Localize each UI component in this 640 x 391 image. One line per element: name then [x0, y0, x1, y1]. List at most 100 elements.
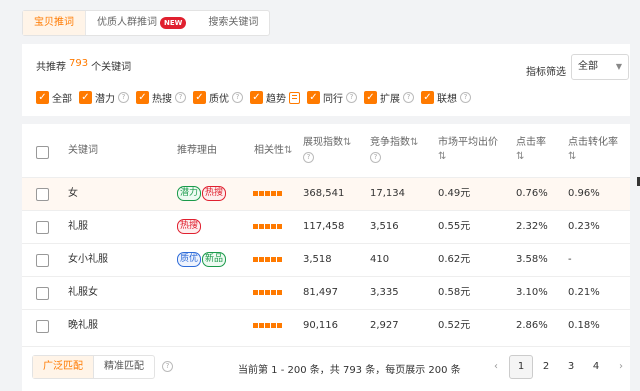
sort-icon[interactable]: ⇅ [410, 137, 418, 148]
match-broad-button[interactable]: 广泛匹配 [33, 356, 94, 378]
tag-hot-search: 热搜 [202, 185, 227, 201]
note-icon[interactable] [289, 91, 300, 104]
col-avg-bid[interactable]: 市场平均出价 ⇅ [438, 136, 498, 164]
competition-cell: 3,335 [370, 287, 399, 298]
cvr-cell: 0.21% [568, 287, 600, 298]
tab-item-keywords[interactable]: 宝贝推词 [23, 11, 86, 35]
checkbox-label: 同行 [323, 94, 343, 105]
tag-potential: 潜力 [177, 185, 202, 201]
competition-cell: 3,516 [370, 221, 399, 232]
col-competition[interactable]: 竞争指数⇅? [370, 136, 418, 164]
check-icon: ✓ [307, 91, 320, 104]
next-page-icon[interactable]: › [609, 355, 633, 379]
row-checkbox[interactable] [36, 320, 49, 333]
help-icon[interactable]: ? [403, 92, 414, 103]
ctr-cell: 3.10% [516, 287, 548, 298]
page-4[interactable]: 4 [584, 355, 608, 379]
sort-icon[interactable]: ⇅ [516, 151, 524, 162]
col-cvr[interactable]: 点击转化率 ⇅ [568, 136, 618, 164]
cvr-cell: - [568, 254, 572, 265]
col-reason: 推荐理由 [177, 145, 217, 156]
ctr-cell: 2.86% [516, 320, 548, 331]
sort-icon[interactable]: ⇅ [568, 151, 576, 162]
check-icon: ✓ [364, 91, 377, 104]
row-checkbox[interactable] [36, 287, 49, 300]
help-icon[interactable]: ? [303, 152, 314, 163]
col-ctr[interactable]: 点击率 ⇅ [516, 136, 546, 164]
checkbox-trend[interactable]: ✓ 趋势 [250, 90, 300, 105]
sort-icon[interactable]: ⇅ [343, 137, 351, 148]
checkbox-associate[interactable]: ✓ 联想? [421, 90, 471, 105]
row-checkbox[interactable] [36, 254, 49, 267]
checkbox-all[interactable]: ✓ 全部 [36, 90, 72, 105]
ctr-cell: 0.76% [516, 188, 548, 199]
keyword-cell: 礼服 [68, 221, 88, 232]
checkbox-label: 联想 [437, 94, 457, 105]
page-3[interactable]: 3 [559, 355, 583, 379]
match-exact-button[interactable]: 精准匹配 [94, 356, 154, 378]
checkbox-potential[interactable]: ✓ 潜力? [79, 90, 129, 105]
metric-filter-select[interactable]: 全部 ▼ [571, 54, 629, 80]
tag-quality: 质优 [177, 251, 202, 267]
col-label: 市场平均出价 [438, 137, 498, 148]
table-row[interactable]: 礼服 热搜 117,458 3,516 0.55元 2.32% 0.23% [22, 210, 630, 243]
select-all-checkbox[interactable] [36, 146, 49, 159]
check-icon: ✓ [421, 91, 434, 104]
help-icon[interactable]: ? [232, 92, 243, 103]
impressions-cell: 117,458 [303, 221, 345, 232]
col-impressions[interactable]: 展现指数⇅? [303, 136, 351, 164]
prev-page-icon[interactable]: ‹ [484, 355, 508, 379]
match-type-toggle: 广泛匹配 精准匹配 [32, 355, 155, 379]
page-2[interactable]: 2 [534, 355, 558, 379]
help-icon[interactable]: ? [175, 92, 186, 103]
metric-filter-label: 指标筛选 [526, 67, 566, 78]
competition-cell: 17,134 [370, 188, 405, 199]
col-keyword: 关键词 [68, 145, 98, 156]
checkbox-hot-search[interactable]: ✓ 热搜? [136, 90, 186, 105]
col-label: 点击转化率 [568, 137, 618, 148]
checkbox-label: 质优 [209, 94, 229, 105]
check-icon: ✓ [193, 91, 206, 104]
checkbox-quality[interactable]: ✓ 质优? [193, 90, 243, 105]
relevance-bars [253, 191, 282, 196]
avg-bid-cell: 0.49元 [438, 188, 471, 199]
checkbox-expand[interactable]: ✓ 扩展? [364, 90, 414, 105]
cvr-cell: 0.23% [568, 221, 600, 232]
checkbox-peer[interactable]: ✓ 同行? [307, 90, 357, 105]
help-icon[interactable]: ? [118, 92, 129, 103]
tag-hot-search: 热搜 [177, 218, 202, 234]
page-info: 当前第 1 - 200 条，共 793 条，每页展示 200 条 [238, 365, 461, 376]
row-checkbox[interactable] [36, 221, 49, 234]
avg-bid-cell: 0.58元 [438, 287, 471, 298]
help-icon[interactable]: ? [346, 92, 357, 103]
row-checkbox[interactable] [36, 188, 49, 201]
tab-label: 优质人群推词 [97, 17, 157, 28]
table-row[interactable]: 女小礼服 质优 新品 3,518 410 0.62元 3.58% - [22, 243, 630, 276]
chevron-down-icon: ▼ [615, 62, 622, 71]
metric-filter-value: 全部 [578, 61, 598, 72]
tab-crowd-keywords[interactable]: 优质人群推词 NEW [86, 11, 197, 35]
help-icon[interactable]: ? [460, 92, 471, 103]
keyword-cell: 晚礼服 [68, 320, 98, 331]
checkbox-label: 潜力 [95, 94, 115, 105]
ctr-cell: 2.32% [516, 221, 548, 232]
keyword-cell: 女 [68, 188, 78, 199]
new-badge: NEW [160, 17, 187, 29]
help-icon[interactable]: ? [162, 361, 173, 372]
relevance-bars [253, 257, 282, 262]
tab-label: 宝贝推词 [34, 17, 74, 28]
col-label: 竞争指数 [370, 137, 410, 148]
col-relevance[interactable]: 相关性⇅ [254, 144, 292, 158]
table-row[interactable]: 女 潜力 热搜 368,541 17,134 0.49元 0.76% 0.96% [22, 177, 630, 210]
check-icon: ✓ [36, 91, 49, 104]
tab-search-keywords[interactable]: 搜索关键词 [197, 11, 269, 35]
page-1[interactable]: 1 [509, 355, 533, 379]
help-icon[interactable]: ? [370, 152, 381, 163]
impressions-cell: 368,541 [303, 188, 345, 199]
table-footer: 广泛匹配 精准匹配 ? 当前第 1 - 200 条，共 793 条，每页展示 2… [22, 346, 630, 391]
table-row[interactable]: 礼服女 81,497 3,335 0.58元 3.10% 0.21% [22, 276, 630, 309]
sort-icon[interactable]: ⇅ [284, 145, 292, 156]
sort-icon[interactable]: ⇅ [438, 151, 446, 162]
table-row[interactable]: 晚礼服 90,116 2,927 0.52元 2.86% 0.18% [22, 309, 630, 342]
cvr-cell: 0.96% [568, 188, 600, 199]
